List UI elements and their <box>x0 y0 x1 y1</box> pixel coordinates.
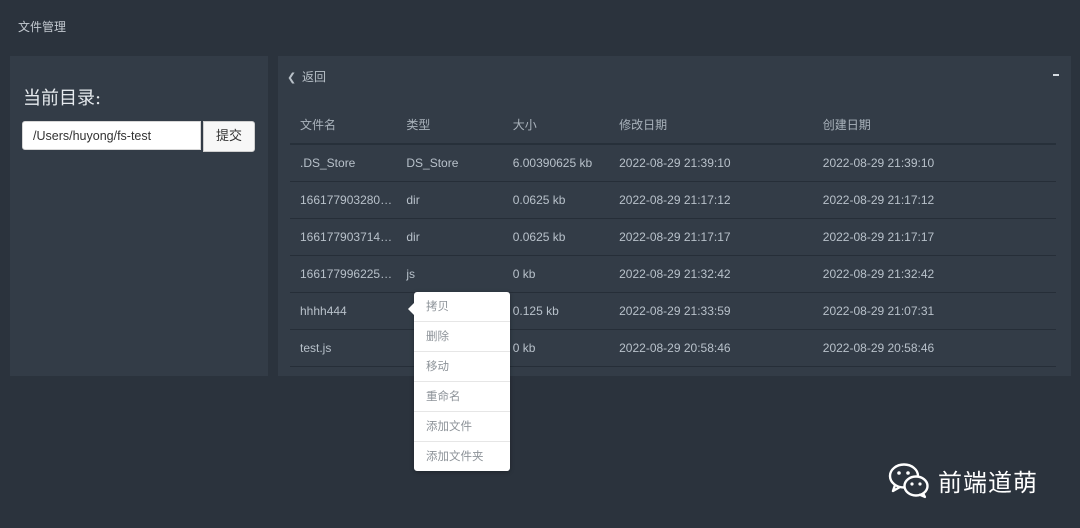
path-input[interactable] <box>22 121 201 150</box>
column-header-name[interactable]: 文件名 <box>290 105 397 145</box>
cell-name: test.js <box>290 329 397 367</box>
cell-type: dir <box>396 181 503 219</box>
table-row[interactable]: test.js 0 kb 2022-08-29 20:58:46 2022-08… <box>290 329 1056 367</box>
column-header-type[interactable]: 类型 <box>396 105 503 145</box>
cell-size: 0.0625 kb <box>502 181 610 219</box>
context-menu: 拷贝 删除 移动 重命名 添加文件 添加文件夹 <box>408 292 510 471</box>
cell-size: 0.0625 kb <box>502 218 610 256</box>
cell-type: js <box>396 255 503 293</box>
file-table: 文件名 类型 大小 修改日期 创建日期 .DS_Store DS_Store 6… <box>290 105 1056 367</box>
current-directory-label: 当前目录: <box>23 88 102 109</box>
cell-size: 0.125 kb <box>502 292 610 330</box>
cell-modified: 2022-08-29 20:58:46 <box>609 329 813 367</box>
table-row[interactable]: .DS_Store DS_Store 6.00390625 kb 2022-08… <box>290 144 1056 182</box>
table-header-row: 文件名 类型 大小 修改日期 创建日期 <box>290 105 1056 145</box>
cell-created: 2022-08-29 21:39:10 <box>812 144 1056 182</box>
cell-type: DS_Store <box>396 144 503 182</box>
cell-type: dir <box>396 218 503 256</box>
submit-button[interactable]: 提交 <box>203 121 255 152</box>
menu-item-rename[interactable]: 重命名 <box>414 382 510 412</box>
cell-modified: 2022-08-29 21:17:12 <box>609 181 813 219</box>
cell-size: 0 kb <box>502 329 610 367</box>
chevron-left-icon: ❮ <box>287 71 297 84</box>
cell-created: 2022-08-29 21:17:17 <box>812 218 1056 256</box>
cell-name: 1661779962251_tes <box>290 255 397 293</box>
cell-modified: 2022-08-29 21:17:17 <box>609 218 813 256</box>
directory-panel: 当前目录: 提交 <box>10 56 268 376</box>
cell-name: 166177903280… <box>290 181 397 219</box>
menu-item-add-folder[interactable]: 添加文件夹 <box>414 442 510 471</box>
watermark: 前端道萌 <box>888 460 1038 500</box>
cell-modified: 2022-08-29 21:39:10 <box>609 144 813 182</box>
menu-item-add-file[interactable]: 添加文件 <box>414 412 510 442</box>
cell-name: hhhh444 <box>290 292 397 330</box>
cell-created: 2022-08-29 21:07:31 <box>812 292 1056 330</box>
column-header-created[interactable]: 创建日期 <box>812 105 1056 145</box>
column-header-size[interactable]: 大小 <box>502 105 610 145</box>
column-header-modified[interactable]: 修改日期 <box>609 105 813 145</box>
cell-size: 0 kb <box>502 255 610 293</box>
menu-item-copy[interactable]: 拷贝 <box>414 292 510 322</box>
cell-name: .DS_Store <box>290 144 397 182</box>
table-row[interactable]: 166177903714… dir 0.0625 kb 2022-08-29 2… <box>290 218 1056 256</box>
cell-modified: 2022-08-29 21:33:59 <box>609 292 813 330</box>
cell-name: 166177903714… <box>290 218 397 256</box>
cell-modified: 2022-08-29 21:32:42 <box>609 255 813 293</box>
watermark-text: 前端道萌 <box>938 468 1038 497</box>
cell-created: 2022-08-29 20:58:46 <box>812 329 1056 367</box>
table-row[interactable]: 1661779962251_tes js 0 kb 2022-08-29 21:… <box>290 255 1056 293</box>
table-row[interactable]: 166177903280… dir 0.0625 kb 2022-08-29 2… <box>290 181 1056 219</box>
menu-item-move[interactable]: 移动 <box>414 352 510 382</box>
back-link[interactable]: ❮ 返回 <box>287 68 326 85</box>
cell-created: 2022-08-29 21:17:12 <box>812 181 1056 219</box>
cell-created: 2022-08-29 21:32:42 <box>812 255 1056 293</box>
cell-size: 6.00390625 kb <box>502 144 610 182</box>
menu-item-delete[interactable]: 删除 <box>414 322 510 352</box>
back-label: 返回 <box>302 70 327 84</box>
app-title: 文件管理 <box>18 20 67 34</box>
table-row[interactable]: hhhh444 0.125 kb 2022-08-29 21:33:59 202… <box>290 292 1056 330</box>
file-list-panel: ❮ 返回 文件名 类型 大小 修改日期 创建日期 .DS_Store DS_St… <box>278 56 1071 376</box>
collapse-button[interactable] <box>1053 66 1059 78</box>
wechat-icon <box>888 463 929 499</box>
